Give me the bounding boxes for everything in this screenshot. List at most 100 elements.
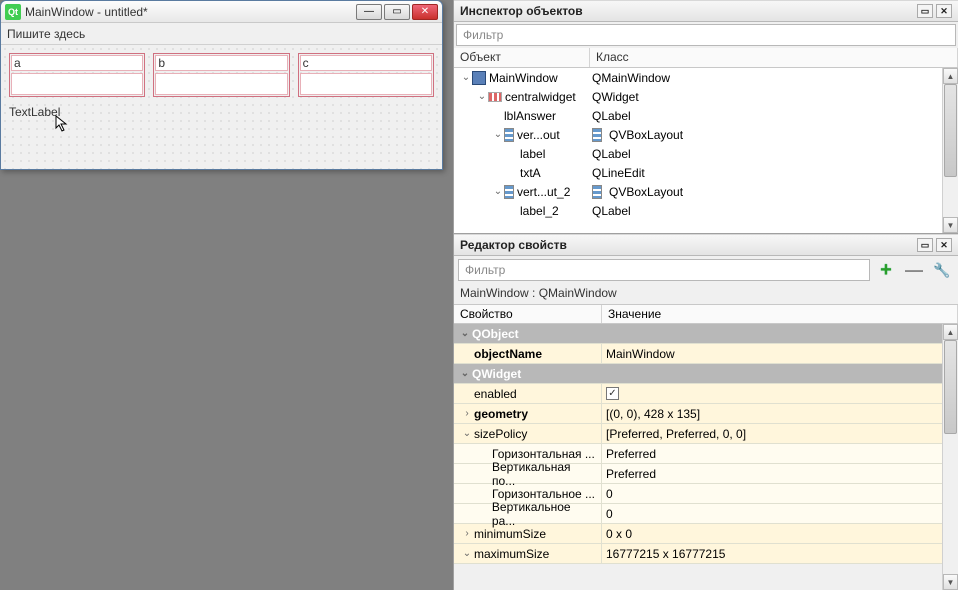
dock-float-button[interactable]: ▭ (917, 4, 933, 18)
property-scrollbar[interactable]: ▲ ▼ (942, 324, 958, 590)
expand-arrow-icon[interactable] (492, 129, 504, 140)
scroll-down-icon[interactable]: ▼ (943, 574, 958, 590)
property-key: Горизонтальная ... (492, 447, 595, 461)
configure-button[interactable]: 🔧 (930, 259, 954, 281)
property-value[interactable]: MainWindow (602, 344, 958, 363)
label-a[interactable]: a (11, 55, 143, 71)
remove-dynamic-prop-button[interactable]: — (902, 259, 926, 281)
class-name: QLabel (592, 204, 631, 218)
vlayout-icon (592, 128, 602, 142)
object-inspector-filter[interactable]: Фильтр (456, 24, 956, 46)
close-button[interactable]: ✕ (412, 4, 438, 20)
object-tree[interactable]: MainWindowQMainWindowcentralwidgetQWidge… (454, 68, 958, 233)
property-value[interactable]: Preferred (602, 464, 958, 483)
form-menubar-placeholder[interactable]: Пишите здесь (1, 23, 442, 45)
group-label: QObject (472, 327, 519, 341)
minimize-button[interactable]: ― (356, 4, 382, 20)
expand-arrow-icon[interactable] (476, 91, 488, 102)
property-row[interactable]: sizePolicy[Preferred, Preferred, 0, 0] (454, 424, 958, 444)
property-group[interactable]: QWidget (454, 364, 958, 384)
property-editor-header[interactable]: Редактор свойств ▭ ✕ (454, 234, 958, 256)
property-row[interactable]: minimumSize 0 x 0 (454, 524, 958, 544)
property-value[interactable]: Preferred (602, 444, 958, 463)
object-inspector-header[interactable]: Инспектор объектов ▭ ✕ (454, 0, 958, 22)
lineedit-a[interactable] (11, 73, 143, 95)
property-breadcrumb: MainWindow : QMainWindow (454, 284, 958, 304)
group-label: QWidget (472, 367, 521, 381)
expand-arrow-icon[interactable] (458, 328, 472, 339)
form-canvas[interactable]: a b c TextLabel (1, 45, 442, 169)
vlayout-icon (504, 185, 514, 199)
class-name: QLineEdit (592, 166, 645, 180)
lineedit-b[interactable] (155, 73, 287, 95)
expand-arrow-icon[interactable] (492, 186, 504, 197)
property-row[interactable]: objectNameMainWindow (454, 344, 958, 364)
col-value[interactable]: Значение (602, 305, 958, 323)
form-titlebar[interactable]: Qt MainWindow - untitled* ― ▭ ✕ (1, 1, 442, 23)
scroll-thumb[interactable] (944, 340, 957, 434)
tree-row[interactable]: ver...outQVBoxLayout (454, 125, 958, 144)
vlayout-icon (504, 128, 514, 142)
scroll-up-icon[interactable]: ▲ (943, 324, 958, 340)
tree-row[interactable]: vert...ut_2QVBoxLayout (454, 182, 958, 201)
property-row[interactable]: Вертикальная по...Preferred (454, 464, 958, 484)
property-value[interactable]: ✓ (602, 384, 958, 403)
tree-row[interactable]: txtAQLineEdit (454, 163, 958, 182)
property-row[interactable]: Вертикальное ра...0 (454, 504, 958, 524)
col-property[interactable]: Свойство (454, 305, 602, 323)
vbox-a[interactable]: a (9, 53, 145, 97)
tree-row[interactable]: labelQLabel (454, 144, 958, 163)
vbox-b[interactable]: b (153, 53, 289, 97)
add-dynamic-prop-button[interactable]: + (874, 259, 898, 281)
expand-arrow-icon[interactable] (460, 72, 472, 83)
property-row[interactable]: enabled ✓ (454, 384, 958, 404)
expand-arrow-icon[interactable] (458, 368, 472, 379)
scroll-thumb[interactable] (944, 84, 957, 177)
property-filter[interactable]: Фильтр (458, 259, 870, 281)
property-row[interactable]: geometry[(0, 0), 428 x 135] (454, 404, 958, 424)
plus-icon: + (880, 259, 892, 282)
object-tree-scrollbar[interactable]: ▲ ▼ (942, 68, 958, 233)
expand-arrow-icon[interactable] (460, 528, 474, 539)
property-value[interactable]: [Preferred, Preferred, 0, 0] (602, 424, 958, 443)
expand-arrow-icon[interactable] (460, 428, 474, 439)
filter-placeholder: Фильтр (465, 263, 505, 277)
expand-arrow-icon[interactable] (460, 548, 474, 559)
lineedit-c[interactable] (300, 73, 432, 95)
property-group[interactable]: QObject (454, 324, 958, 344)
right-dock: Инспектор объектов ▭ ✕ Фильтр Объект Кла… (453, 0, 958, 590)
maximize-button[interactable]: ▭ (384, 4, 410, 20)
class-name: QWidget (592, 90, 639, 104)
form-icon (472, 71, 486, 85)
vbox-c[interactable]: c (298, 53, 434, 97)
property-value[interactable]: 16777215 x 16777215 (602, 544, 958, 563)
property-value[interactable]: 0 x 0 (602, 524, 958, 543)
property-value[interactable]: 0 (602, 484, 958, 503)
tree-row[interactable]: label_2QLabel (454, 201, 958, 220)
lblanswer-widget[interactable]: TextLabel (9, 105, 434, 119)
property-key: Горизонтальное ... (492, 487, 595, 501)
col-object[interactable]: Объект (454, 48, 590, 67)
dock-close-button[interactable]: ✕ (936, 238, 952, 252)
dock-close-button[interactable]: ✕ (936, 4, 952, 18)
checkbox-icon[interactable]: ✓ (606, 387, 619, 400)
tree-row[interactable]: centralwidgetQWidget (454, 87, 958, 106)
vlayout-icon (592, 185, 602, 199)
property-table[interactable]: QObject objectNameMainWindow QWidget enabl… (454, 324, 958, 590)
class-name: QVBoxLayout (609, 185, 683, 199)
scroll-up-icon[interactable]: ▲ (943, 68, 958, 84)
col-class[interactable]: Класс (590, 48, 958, 67)
label-b[interactable]: b (155, 55, 287, 71)
property-value[interactable]: [(0, 0), 428 x 135] (602, 404, 958, 423)
dock-float-button[interactable]: ▭ (917, 238, 933, 252)
tree-row[interactable]: lblAnswerQLabel (454, 106, 958, 125)
object-name: label (520, 147, 545, 161)
property-key: enabled (474, 387, 517, 401)
property-key: minimumSize (474, 527, 546, 541)
scroll-down-icon[interactable]: ▼ (943, 217, 958, 233)
tree-row[interactable]: MainWindowQMainWindow (454, 68, 958, 87)
expand-arrow-icon[interactable] (460, 408, 474, 419)
property-row[interactable]: maximumSize16777215 x 16777215 (454, 544, 958, 564)
property-value[interactable]: 0 (602, 504, 958, 523)
label-c[interactable]: c (300, 55, 432, 71)
